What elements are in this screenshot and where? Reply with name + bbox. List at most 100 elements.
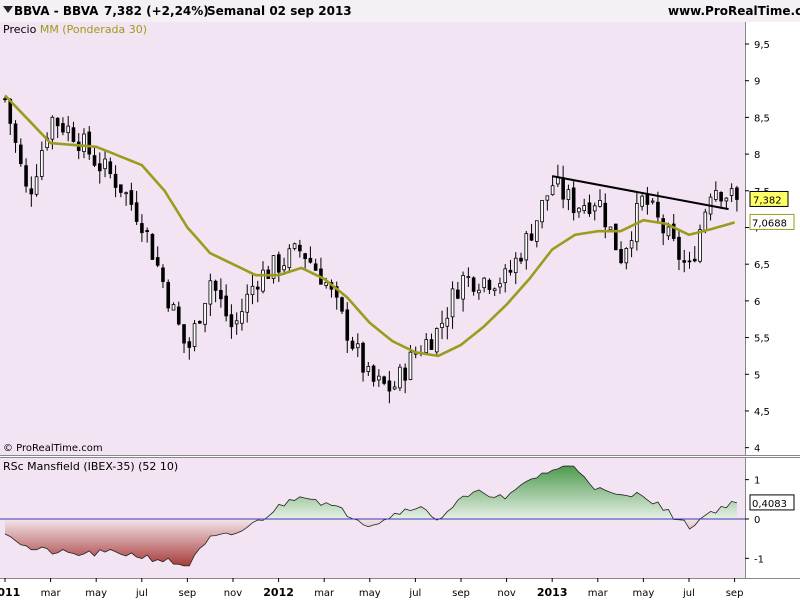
x-month-label: mar (314, 588, 335, 599)
x-year-label: 2013 (537, 586, 568, 599)
rsc-last-label: 0,4083 (752, 499, 787, 510)
candle-up (245, 293, 250, 313)
x-month-label: sep (452, 588, 470, 599)
candle-up (34, 176, 39, 195)
candle-up (377, 375, 381, 381)
candle-up (650, 200, 655, 203)
price-y-tick-label: 5,5 (754, 334, 770, 345)
candle-up (171, 304, 176, 311)
candle-up (582, 205, 586, 211)
candle-up (566, 189, 571, 201)
candle-down (113, 173, 118, 188)
indicator-legend: RSc Mansfield (IBEX-35) (52 10) (3, 460, 179, 473)
candle-down (92, 155, 97, 166)
candle-down (219, 289, 223, 300)
candle-up (192, 323, 197, 347)
candle-up (66, 125, 70, 134)
candle-down (519, 257, 523, 262)
price-y-tick-label: 4 (754, 444, 760, 455)
candle-down (613, 223, 618, 251)
x-month-label: may (632, 588, 654, 599)
candle-down (3, 98, 7, 101)
candle-down (619, 249, 623, 264)
ma-value-label: 7,0688 (752, 218, 787, 229)
candle-down (529, 233, 534, 241)
candle-down (29, 188, 34, 195)
candle-up (598, 199, 602, 207)
candle-down (166, 282, 171, 309)
candle-down (61, 123, 65, 133)
candle-up (666, 226, 671, 237)
candle-down (387, 380, 392, 392)
candle-down (13, 123, 18, 143)
candle-down (656, 201, 660, 218)
price-y-tick-label: 6 (754, 297, 760, 308)
candle-up (629, 240, 634, 249)
rsc-y-tick-label: -1 (754, 554, 764, 565)
candle-down (303, 253, 307, 260)
candle-down (55, 117, 60, 127)
candle-down (313, 263, 318, 271)
candle-down (561, 177, 565, 200)
candle-down (692, 258, 697, 262)
candle-up (698, 229, 702, 262)
candle-up (703, 211, 708, 232)
candle-down (224, 295, 228, 317)
candle-up (250, 285, 255, 296)
candle-up (729, 188, 734, 196)
x-month-label: mar (588, 588, 609, 599)
legend-ma: MM (Ponderada 30) (39, 23, 148, 36)
x-month-label: jul (135, 588, 148, 599)
candle-down (687, 260, 692, 263)
candle-up (124, 192, 128, 195)
x-month-label: mar (41, 588, 62, 599)
candle-up (608, 226, 613, 231)
candle-down (403, 367, 407, 381)
chart-canvas[interactable]: 44,555,566,577,588,599,5-1012011marmayju… (0, 0, 800, 600)
candle-down (255, 286, 260, 290)
candle-down (571, 187, 576, 214)
candle-up (466, 276, 471, 279)
candle-up (461, 275, 465, 300)
candle-up (535, 220, 539, 242)
candle-down (371, 365, 376, 382)
candle-down (229, 314, 234, 328)
price-y-tick-label: 8,5 (754, 113, 770, 124)
candle-down (97, 163, 102, 172)
candle-down (213, 280, 218, 291)
candle-up (392, 386, 397, 390)
candle-down (603, 202, 608, 228)
candle-down (508, 269, 513, 273)
x-month-label: sep (726, 588, 744, 599)
candle-up (524, 233, 529, 261)
candle-down (340, 297, 344, 312)
candle-up (398, 366, 402, 389)
candle-up (503, 268, 508, 284)
candle-up (292, 243, 297, 249)
candle-down (382, 376, 386, 384)
candle-down (429, 339, 434, 350)
candle-down (298, 244, 302, 252)
candle-down (361, 342, 365, 373)
x-year-label: 2011 (0, 586, 20, 599)
candle-up (577, 207, 581, 213)
candle-down (87, 131, 92, 155)
candle-up (366, 366, 371, 372)
candle-down (456, 289, 460, 299)
candle-down (24, 165, 28, 187)
candle-down (145, 230, 149, 232)
candle-down (308, 257, 313, 263)
candle-down (150, 233, 155, 260)
candle-down (18, 144, 23, 165)
candle-down (661, 218, 665, 234)
price-y-tick-label: 6,5 (754, 260, 770, 271)
legend-price: Precio (3, 23, 37, 36)
candle-up (355, 343, 360, 349)
candle-up (282, 265, 286, 271)
candle-up (492, 288, 497, 292)
rsc-y-tick-label: 0 (754, 515, 760, 526)
candle-up (408, 351, 413, 380)
x-month-label: may (85, 588, 107, 599)
candle-up (513, 257, 518, 274)
candle-up (234, 320, 239, 325)
